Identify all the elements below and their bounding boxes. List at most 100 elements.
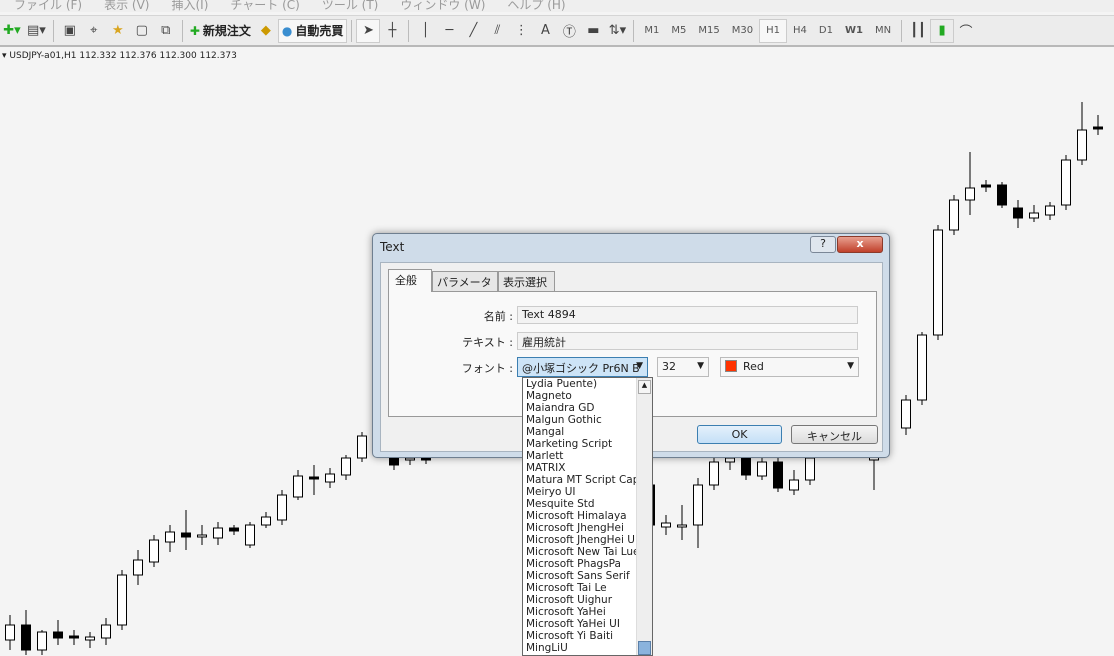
font-option[interactable]: Malgun Gothic [523,414,637,426]
font-option[interactable]: Lydia Puente) [523,378,637,390]
timeframe-m1[interactable]: M1 [638,19,665,43]
menu-bar: ファイル (F) 表示 (V) 挿入(I) チャート (C) ツール (T) ウ… [0,0,1114,12]
candle [693,478,703,548]
bar-chart-icon[interactable]: ┃┃ [906,19,930,43]
candle [1045,202,1055,220]
font-option[interactable]: MingLiU [523,642,637,654]
equidistant-channel-icon[interactable]: ⫽ [485,19,509,43]
font-option[interactable]: Microsoft PhagsPa [523,558,637,570]
strategy-tester-icon[interactable]: ⧉ [154,19,178,43]
font-option[interactable]: Mangal [523,426,637,438]
bull-candle-body [917,334,927,401]
candle [917,332,927,405]
candle [165,525,175,552]
font-option[interactable]: Microsoft New Tai Lue [523,546,637,558]
timeframe-m15[interactable]: M15 [692,19,725,43]
font-option[interactable]: Meiryo UI [523,486,637,498]
timeframe-w1[interactable]: W1 [839,19,869,43]
market-watch-icon[interactable]: ▣ [58,19,82,43]
candle [709,455,719,490]
bull-candle-body [709,461,719,486]
name-input[interactable]: Text 4894 [517,306,858,324]
font-option[interactable]: Microsoft YaHei UI [523,618,637,630]
metaeditor-icon[interactable]: ◆ [254,19,278,43]
new-order-button[interactable]: ✚ 新規注文 [187,19,254,43]
fibonacci-icon[interactable]: ⋮ [509,19,533,43]
terminal-icon[interactable]: ▢ [130,19,154,43]
candle [181,510,191,550]
candle [21,610,31,655]
crosshair-icon[interactable]: ┼ [380,19,404,43]
candlestick-chart-icon[interactable]: ▮ [930,18,955,43]
timeframe-h4[interactable]: H4 [787,19,813,43]
font-dropdown-list[interactable]: Lydia Puente) Magneto Maiandra GD Malgun Go… [522,377,653,656]
timeframe-h1[interactable]: H1 [759,18,787,43]
bull-candle-body [1061,159,1071,206]
auto-trading-button[interactable]: ● 自動売買 [277,18,348,43]
bull-candle-body [661,522,671,528]
candle [101,618,111,645]
font-option[interactable]: Microsoft Sans Serif [523,570,637,582]
menu-tools[interactable]: ツール (T) [322,0,379,12]
font-select[interactable]: @小塚ゴシック Pr6N B ▼ [517,357,648,377]
font-option[interactable]: Mesquite Std [523,498,637,510]
menu-help[interactable]: ヘルプ (H) [507,0,565,12]
timeframe-m5[interactable]: M5 [665,19,692,43]
tab-visualization[interactable]: 表示選択 [498,271,555,291]
horizontal-line-icon[interactable]: ─ [437,19,461,43]
font-option[interactable]: Maiandra GD [523,402,637,414]
bull-candle-body [261,516,271,526]
data-window-icon[interactable]: ⌖ [82,19,106,43]
arrows-icon[interactable]: ⇅▾ [605,19,629,43]
font-option[interactable]: Microsoft Uighur [523,594,637,606]
tab-general[interactable]: 全般 [388,269,432,292]
font-option[interactable]: Magneto [523,390,637,402]
menu-view[interactable]: 表示 (V) [104,0,149,12]
font-option[interactable]: MATRIX [523,462,637,474]
scroll-thumb[interactable] [638,641,651,655]
candle [149,535,159,567]
font-option[interactable]: Matura MT Script Cap [523,474,637,486]
tab-parameters[interactable]: パラメーター [432,271,498,305]
font-option[interactable]: Marketing Script [523,438,637,450]
new-chart-icon[interactable]: ✚▾ [0,19,24,43]
menu-insert[interactable]: 挿入(I) [171,0,208,12]
candle [805,455,815,485]
font-option[interactable]: Microsoft Tai Le [523,582,637,594]
candle [261,512,271,528]
font-option[interactable]: Microsoft JhengHei UI [523,534,637,546]
cancel-button[interactable]: キャンセル [791,425,878,444]
font-option[interactable]: Microsoft JhengHei [523,522,637,534]
help-button[interactable]: ? [810,236,836,253]
font-option[interactable]: Microsoft Himalaya [523,510,637,522]
font-option[interactable]: Marlett [523,450,637,462]
text-input[interactable]: 雇用統計 [517,332,858,350]
font-size-select[interactable]: 32 ▼ [657,357,709,377]
font-option[interactable]: Microsoft YaHei [523,606,637,618]
menu-chart[interactable]: チャート (C) [230,0,299,12]
font-option[interactable]: Microsoft Yi Baiti [523,630,637,642]
chevron-down-icon: ▼ [636,361,643,371]
rectangle-icon[interactable]: ▬ [581,19,605,43]
profiles-icon[interactable]: ▤▾ [24,19,49,43]
scroll-up-icon[interactable]: ▲ [638,380,651,394]
menu-window[interactable]: ウィンドウ (W) [400,0,485,12]
candle [357,432,367,462]
navigator-icon[interactable]: ★ [106,19,130,43]
menu-file[interactable]: ファイル (F) [14,0,82,12]
ok-button[interactable]: OK [697,425,782,444]
timeframe-m30[interactable]: M30 [726,19,759,43]
text-icon[interactable]: A [533,19,557,43]
text-label-icon[interactable]: Ⓣ [557,19,581,43]
trendline-icon[interactable]: ╱ [461,19,485,43]
color-select[interactable]: Red ▼ [720,357,859,377]
line-chart-icon[interactable]: ⌒ [954,19,978,43]
vertical-line-icon[interactable]: │ [413,19,437,43]
scrollbar[interactable]: ▲ [636,378,652,655]
timeframe-d1[interactable]: D1 [813,19,839,43]
candle [245,522,255,548]
timeframe-mn[interactable]: MN [869,19,897,43]
candle [901,395,911,435]
close-button[interactable]: x [837,236,883,253]
cursor-icon[interactable]: ➤ [356,18,381,43]
